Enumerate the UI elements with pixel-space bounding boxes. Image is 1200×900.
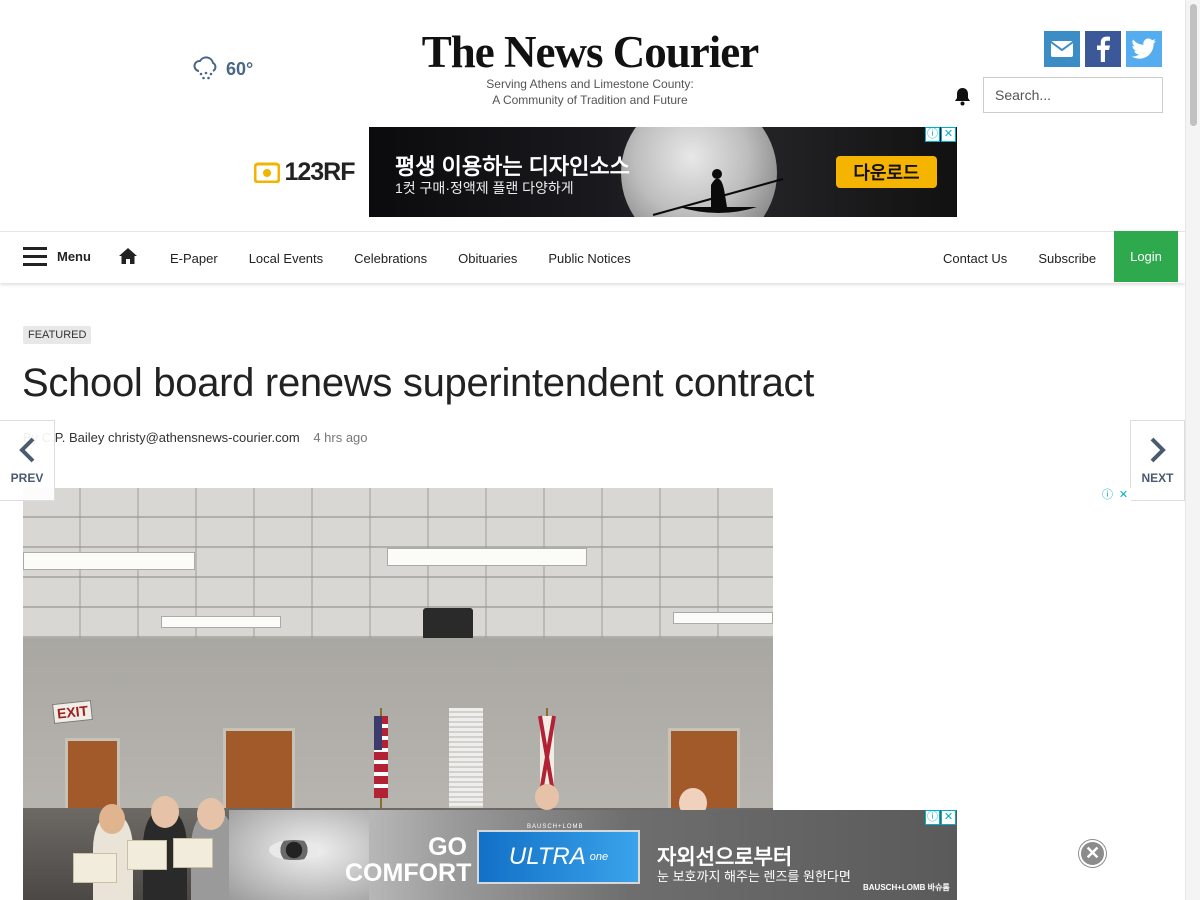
article-timestamp: 4 hrs ago (313, 430, 368, 445)
nav-right-links: Contact Us Subscribe (943, 232, 1096, 284)
close-ad-icon[interactable]: ✕ (1079, 840, 1106, 867)
scrollbar-thumb[interactable] (1190, 4, 1197, 126)
article-title: School board renews superintendent contr… (22, 361, 815, 405)
adchoices-info-icon[interactable]: ⓘ (925, 810, 940, 825)
adchoices-close-icon[interactable]: ✕ (1116, 488, 1131, 503)
hamburger-icon (23, 247, 47, 266)
weather-widget[interactable]: 60° (192, 54, 253, 85)
home-icon[interactable] (118, 247, 138, 270)
ad-banner-image[interactable]: 평생 이용하는 디자인소스 1컷 구매·정액제 플랜 다양하게 다운로드 (369, 127, 957, 217)
site-tagline-line1: Serving Athens and Limestone County: (486, 77, 694, 91)
chevron-left-icon (19, 437, 35, 462)
notification-bell-icon[interactable] (954, 87, 971, 111)
featured-badge[interactable]: FEATURED (23, 326, 92, 344)
article-byline: By C.P. Bailey christy@athensnews-courie… (23, 430, 368, 445)
ad-subtext: 1컷 구매·정액제 플랜 다양하게 (395, 180, 574, 196)
ad-kr-sub: 눈 보호까지 해주는 렌즈를 원한다면 (657, 869, 851, 884)
main-nav: Menu E-Paper Local Events Celebrations O… (0, 231, 1185, 283)
ad-download-button[interactable]: 다운로드 (836, 156, 937, 188)
nav-link-local-events[interactable]: Local Events (249, 251, 323, 266)
login-button[interactable]: Login (1114, 231, 1178, 282)
byline-author[interactable]: By C.P. Bailey christy@athensnews-courie… (23, 430, 300, 445)
snow-cloud-icon (192, 54, 220, 85)
us-flag (374, 708, 388, 808)
nav-links: E-Paper Local Events Celebrations Obitua… (170, 232, 631, 284)
page: 60° The News Courier Serving Athens and … (0, 0, 1200, 900)
nav-link-epaper[interactable]: E-Paper (170, 251, 218, 266)
projector (423, 608, 473, 640)
prev-label: PREV (10, 470, 44, 485)
next-label: NEXT (1141, 470, 1174, 485)
menu-label: Menu (57, 249, 91, 264)
site-logo[interactable]: The News Courier (380, 28, 800, 76)
exit-sign: EXIT (52, 700, 94, 724)
ad-maker-logo: BAUSCH+LOMB 바슈롬 (863, 883, 950, 892)
site-tagline-line2: A Community of Tradition and Future (492, 93, 688, 107)
adchoices-top[interactable]: ⓘ ✕ (925, 127, 956, 142)
twitter-icon[interactable] (1126, 31, 1162, 67)
nav-link-subscribe[interactable]: Subscribe (1038, 251, 1096, 266)
adchoices-close-icon[interactable]: ✕ (941, 810, 956, 825)
nav-link-public-notices[interactable]: Public Notices (548, 251, 630, 266)
nav-link-celebrations[interactable]: Celebrations (354, 251, 427, 266)
adchoices-side[interactable]: ⓘ ✕ (1100, 488, 1131, 503)
ad-product-maker-small: BAUSCH+LOMB (527, 824, 584, 830)
adchoices-info-icon[interactable]: ⓘ (925, 127, 940, 142)
chevron-right-icon (1150, 437, 1166, 462)
prev-article-button[interactable]: PREV (0, 420, 55, 501)
social-links (1044, 31, 1162, 67)
menu-button[interactable]: Menu (23, 247, 91, 266)
adchoices-bottom[interactable]: ⓘ ✕ (925, 810, 956, 825)
search-input[interactable] (983, 77, 1163, 113)
email-icon[interactable] (1044, 31, 1080, 67)
ad-go-comfort: GO COMFORT (345, 833, 472, 887)
camera-icon (254, 162, 281, 183)
ad-headline: 평생 이용하는 디자인소스 (395, 154, 630, 179)
next-article-button[interactable]: NEXT (1130, 420, 1185, 501)
nav-link-obituaries[interactable]: Obituaries (458, 251, 517, 266)
boat-silhouette-icon (652, 169, 784, 216)
ad-brand-name: 123RF (284, 157, 355, 186)
bottom-sticky-ad[interactable]: GO COMFORT ULTRA one BAUSCH+LOMB 자외선으로부터… (229, 810, 957, 900)
nav-link-contact-us[interactable]: Contact Us (943, 251, 1007, 266)
adchoices-close-icon[interactable]: ✕ (941, 127, 956, 142)
weather-temperature: 60° (226, 59, 254, 79)
ad-product-box: ULTRA one (477, 830, 640, 884)
top-banner-ad[interactable]: 123RF 평생 이용하는 디자인소스 1컷 구매·정액제 플랜 다양하게 다운… (240, 127, 957, 217)
page-scrollbar[interactable] (1185, 0, 1200, 900)
ad-brand-logo: 123RF (240, 127, 369, 217)
facebook-icon[interactable] (1085, 31, 1121, 67)
adchoices-info-icon[interactable]: ⓘ (1100, 488, 1115, 503)
masthead[interactable]: The News Courier Serving Athens and Lime… (380, 28, 800, 108)
